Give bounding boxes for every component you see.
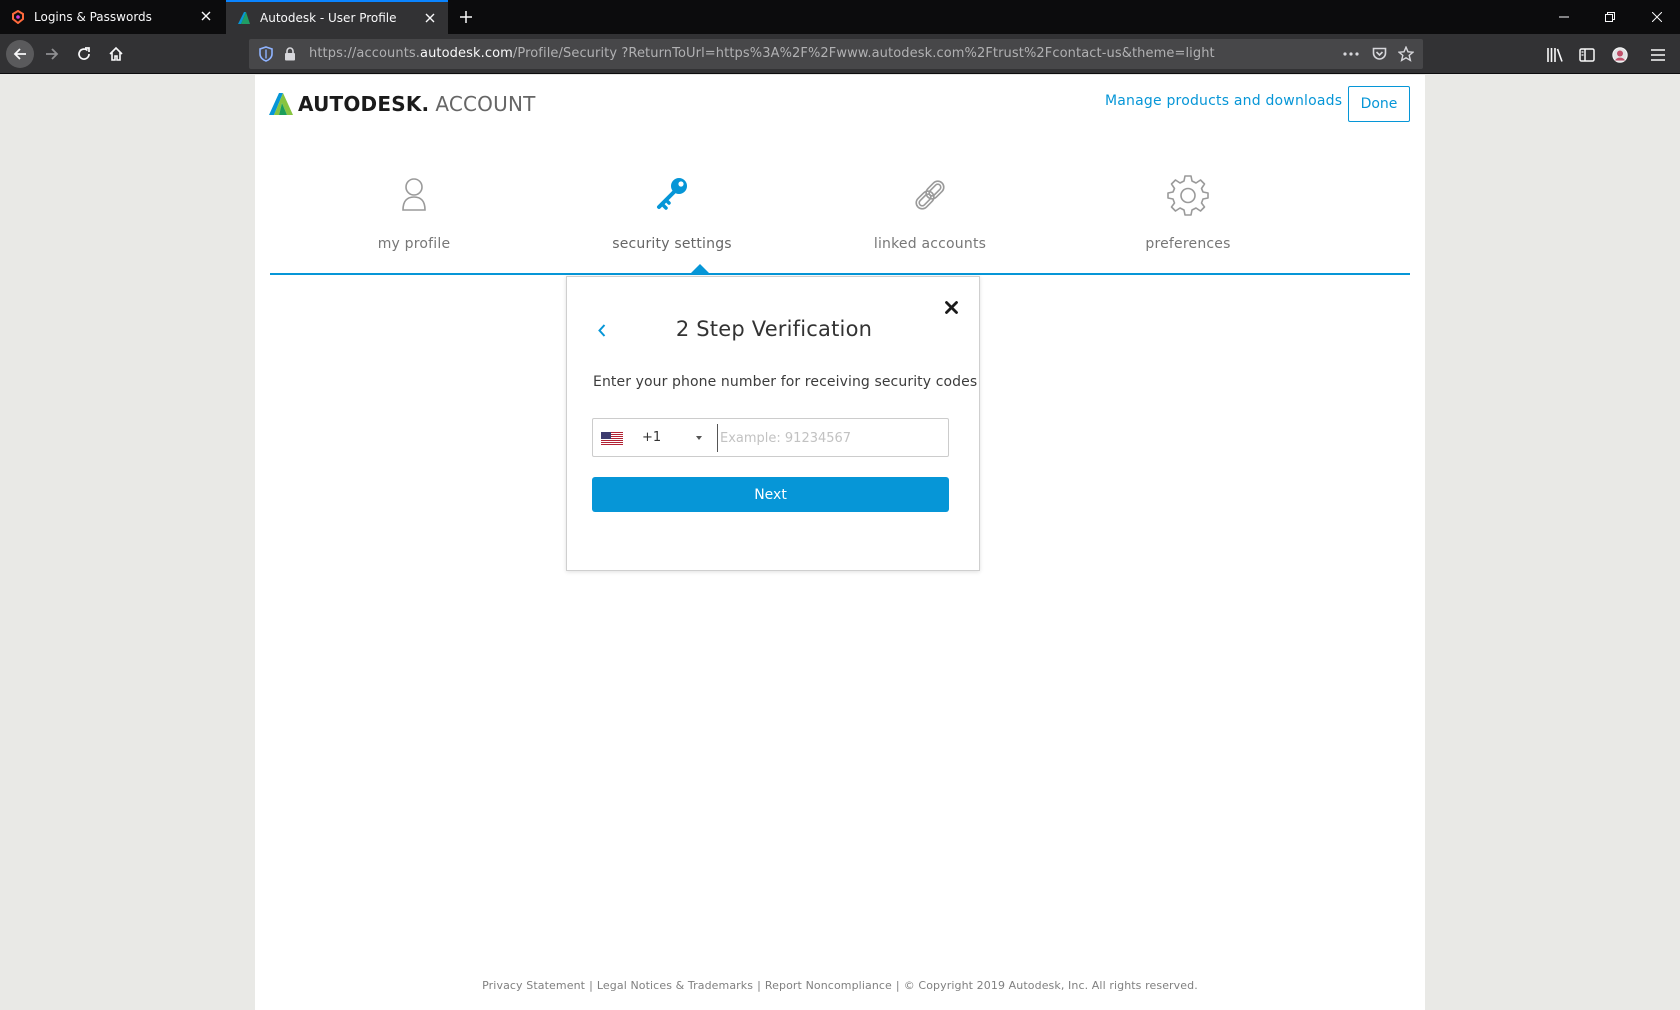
key-icon: [657, 178, 687, 210]
close-tab-icon[interactable]: [198, 8, 214, 24]
nav-divider: [270, 273, 1410, 275]
close-icon[interactable]: [943, 299, 959, 315]
minimize-window-icon[interactable]: [1541, 0, 1587, 34]
page-actions-icon[interactable]: [1343, 46, 1359, 62]
phone-number-field: +1: [592, 418, 949, 457]
reload-button[interactable]: [70, 40, 98, 68]
copyright-text: © Copyright 2019 Autodesk, Inc. All righ…: [903, 979, 1198, 992]
tab-logins-passwords[interactable]: Logins & Passwords: [0, 0, 224, 34]
report-noncompliance-link[interactable]: Report Noncompliance: [765, 979, 892, 992]
url-path: /Profile/Security ?ReturnToUrl=https%3A%…: [512, 46, 1215, 61]
forward-button[interactable]: [38, 40, 66, 68]
tab-title: Logins & Passwords: [34, 10, 152, 24]
footer-separator: |: [895, 979, 900, 992]
tab-title: Autodesk - User Profile: [260, 11, 397, 25]
brand-wordmark: AUTODESK. ACCOUNT: [298, 92, 536, 116]
browser-tab-strip: Logins & Passwords Autodesk - User Profi…: [0, 0, 1680, 34]
caret-down-icon: [696, 436, 702, 440]
reload-icon: [78, 47, 90, 60]
url-prefix: https://accounts.: [309, 46, 420, 61]
back-arrow-icon: [13, 48, 26, 60]
dialog-description: Enter your phone number for receiving se…: [593, 374, 978, 390]
close-tab-icon[interactable]: [422, 10, 438, 26]
nav-item-preferences[interactable]: preferences: [1088, 150, 1288, 330]
done-button[interactable]: Done: [1348, 86, 1410, 122]
nav-item-label: preferences: [1145, 236, 1231, 252]
close-window-icon[interactable]: [1634, 0, 1680, 34]
menu-icon[interactable]: [1649, 46, 1667, 64]
tracking-shield-icon[interactable]: [258, 46, 274, 62]
footer-separator: |: [757, 979, 761, 992]
phone-number-input[interactable]: [717, 424, 942, 452]
nav-item-label: linked accounts: [873, 236, 987, 252]
legal-notices-link[interactable]: Legal Notices & Trademarks: [597, 979, 753, 992]
autodesk-logo-icon: [269, 93, 293, 115]
active-tab-indicator: [690, 264, 710, 274]
page-content: AUTODESK. ACCOUNT Manage products and dow…: [255, 75, 1425, 1010]
autodesk-account-logo[interactable]: AUTODESK. ACCOUNT: [269, 92, 536, 116]
nav-item-my-profile[interactable]: my profile: [314, 150, 514, 330]
tab-autodesk-user-profile[interactable]: Autodesk - User Profile: [226, 0, 448, 34]
country-code-select[interactable]: +1: [593, 419, 711, 456]
autodesk-favicon-icon: [236, 10, 252, 26]
home-button[interactable]: [102, 40, 130, 68]
sidebar-icon[interactable]: [1578, 46, 1596, 64]
restore-window-icon[interactable]: [1587, 0, 1633, 34]
back-button[interactable]: [6, 40, 34, 68]
manage-products-link[interactable]: Manage products and downloads: [1105, 93, 1342, 109]
footer-separator: |: [589, 979, 593, 992]
url-host: autodesk.com: [420, 46, 513, 61]
new-tab-icon[interactable]: [456, 7, 476, 27]
privacy-statement-link[interactable]: Privacy Statement: [482, 979, 585, 992]
browser-toolbar: https://accounts.autodesk.com/Profile/Se…: [0, 34, 1680, 74]
url-text: https://accounts.autodesk.com/Profile/Se…: [309, 39, 1215, 69]
next-button[interactable]: Next: [592, 477, 949, 512]
pocket-icon[interactable]: [1371, 46, 1387, 62]
nav-item-label: my profile: [377, 236, 451, 252]
dial-code: +1: [642, 430, 662, 445]
nav-item-label: security settings: [612, 236, 732, 252]
two-step-verification-dialog: 2 Step Verification Enter your phone num…: [566, 276, 980, 571]
page-footer: Privacy Statement | Legal Notices & Tradem…: [255, 979, 1425, 992]
forward-arrow-icon: [46, 48, 59, 60]
person-icon: [402, 178, 426, 211]
dialog-title: 2 Step Verification: [675, 317, 873, 341]
library-icon[interactable]: [1546, 46, 1564, 64]
address-bar[interactable]: https://accounts.autodesk.com/Profile/Se…: [249, 39, 1423, 69]
link-icon: [915, 180, 945, 210]
padlock-icon[interactable]: [282, 46, 298, 62]
account-avatar-icon[interactable]: [1611, 46, 1629, 64]
bookmark-star-icon[interactable]: [1398, 46, 1414, 62]
us-flag-icon: [601, 432, 623, 445]
home-icon: [109, 46, 123, 61]
gear-icon: [1167, 175, 1209, 216]
lockwise-icon: [10, 9, 26, 25]
brand-suffix: ACCOUNT: [435, 92, 536, 116]
brand-name: AUTODESK.: [298, 92, 430, 116]
